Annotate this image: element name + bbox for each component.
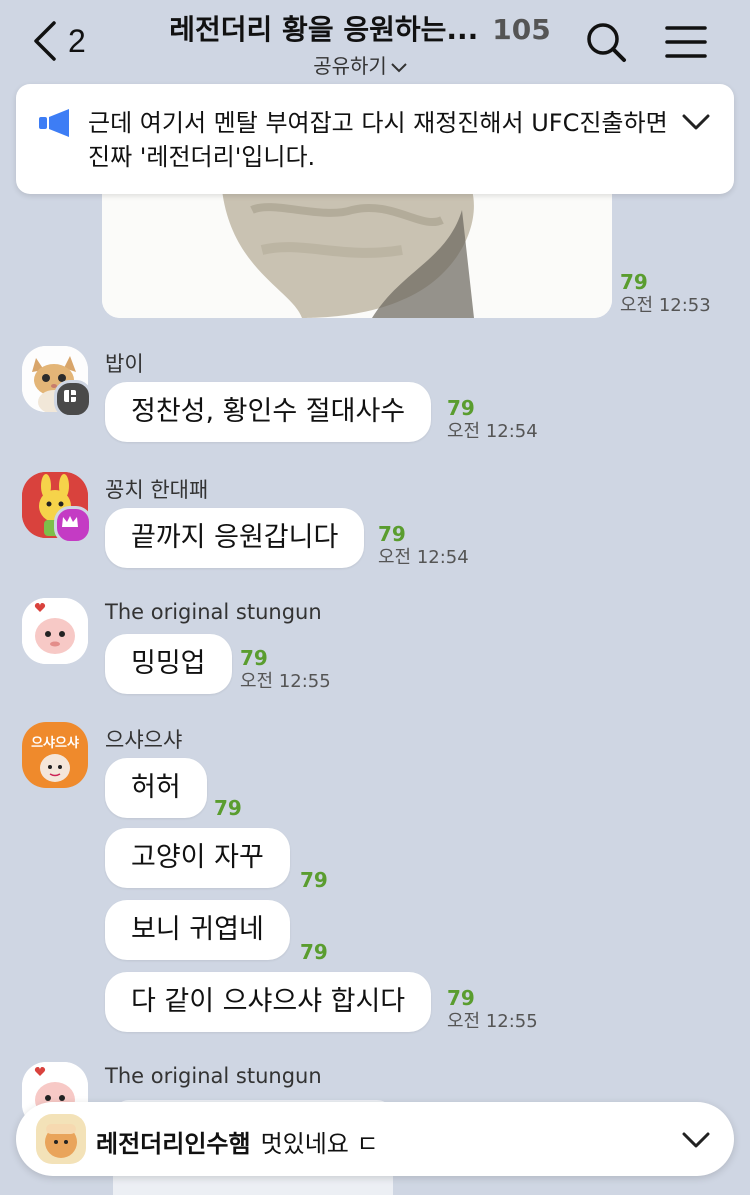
sender-name: The original stungun: [105, 600, 322, 624]
message-time: 오전 12:55: [447, 1011, 538, 1032]
message-time: 오전 12:54: [447, 421, 538, 442]
preview-sender: 레전더리인수햄: [96, 1130, 251, 1158]
peach-character-avatar-image: [22, 598, 88, 664]
message-bubble[interactable]: 보니 귀엽네: [105, 900, 290, 960]
sender-name: 꽁치 한대패: [105, 478, 209, 502]
message-bubble[interactable]: 끝까지 응원갑니다: [105, 508, 365, 568]
chat-header: 2 레전더리 황을 응원하는... 105 공유하기: [0, 0, 750, 80]
unread-count: 79: [447, 986, 475, 1010]
photo-meta: 79 오전 12:53: [620, 270, 711, 318]
unread-count: 79: [378, 522, 406, 546]
message-bubble[interactable]: 고양이 자꾸: [105, 828, 290, 888]
share-button[interactable]: 공유하기: [150, 50, 570, 79]
notice-text: 근데 여기서 멘탈 부여잡고 다시 재정진해서 UFC진출하면 진짜 '레전더리…: [88, 109, 668, 171]
sender-name: The original stungun: [105, 1064, 322, 1088]
back-unread-count: 2: [68, 22, 86, 59]
message-bubble[interactable]: 허허: [105, 758, 207, 818]
member-count: 105: [492, 13, 551, 46]
chevron-down-icon[interactable]: [682, 1130, 710, 1150]
chat-title: 레전더리 황을 응원하는...: [169, 13, 479, 46]
message-bubble[interactable]: 다 같이 으샤으샤 합시다: [105, 972, 432, 1032]
host-crown-badge: [54, 506, 92, 544]
share-label: 공유하기: [313, 54, 387, 78]
preview-text: 멋있네요 ㄷ: [260, 1130, 379, 1158]
search-icon[interactable]: [584, 20, 628, 64]
back-button[interactable]: 2: [30, 18, 100, 64]
badge-icon: [64, 390, 76, 402]
chevron-left-icon: [34, 21, 56, 61]
crown-icon: [62, 516, 78, 527]
message-time: 오전 12:54: [378, 547, 469, 568]
unread-count: 79: [240, 646, 268, 670]
avatar[interactable]: [22, 598, 88, 664]
preview-avatar: [36, 1114, 86, 1164]
chevron-down-icon: [391, 62, 407, 72]
new-message-preview[interactable]: 레전더리인수햄 멋있네요 ㄷ: [16, 1102, 734, 1176]
sender-name: 으샤으샤: [105, 728, 183, 752]
message-time: 오전 12:53: [620, 295, 711, 316]
message-meta: 79 오전 12:55: [447, 986, 538, 1034]
unread-count: 79: [214, 796, 242, 820]
sender-name: 밥이: [105, 352, 144, 376]
unread-count: 79: [300, 940, 328, 964]
unread-count: 79: [620, 270, 648, 294]
notice-banner[interactable]: 근데 여기서 멘탈 부여잡고 다시 재정진해서 UFC진출하면 진짜 '레전더리…: [16, 84, 734, 194]
message-bubble[interactable]: 밍밍업: [105, 634, 232, 694]
menu-icon[interactable]: [664, 20, 708, 64]
chat-title-area[interactable]: 레전더리 황을 응원하는... 105 공유하기: [150, 8, 570, 79]
avatar[interactable]: 으샤으샤: [22, 722, 88, 788]
message-time: 오전 12:55: [240, 671, 331, 692]
unread-count: 79: [300, 868, 328, 892]
manager-badge: [54, 380, 92, 418]
character-avatar-image: [36, 1114, 86, 1164]
unread-count: 79: [447, 396, 475, 420]
chevron-down-icon[interactable]: [682, 112, 710, 132]
character-face-image: [40, 754, 70, 782]
megaphone-icon: [39, 109, 69, 137]
message-meta: 79 오전 12:54: [447, 396, 538, 444]
message-meta: 79 오전 12:54: [378, 522, 469, 570]
message-meta: 79 오전 12:55: [240, 646, 331, 694]
message-bubble[interactable]: 정찬성, 황인수 절대사수: [105, 382, 432, 442]
